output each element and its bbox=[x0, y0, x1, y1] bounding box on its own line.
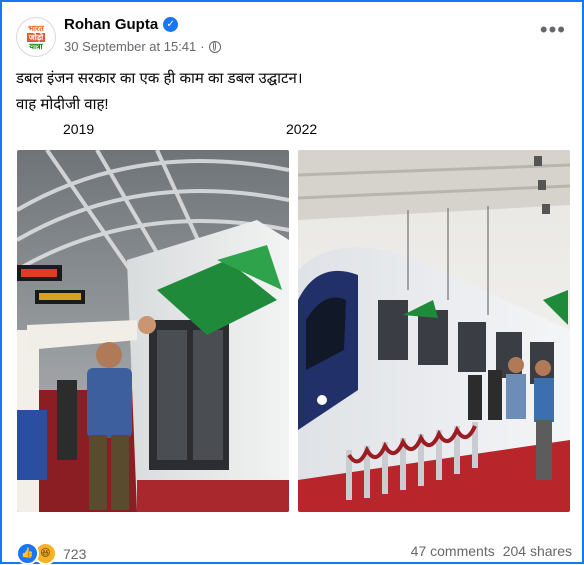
year-label-2019: 2019 bbox=[63, 121, 95, 137]
author-name[interactable]: Rohan Gupta bbox=[64, 16, 158, 33]
author-row: Rohan Gupta ✓ bbox=[64, 16, 179, 33]
post-text: डबल इंजन सरकार का एक ही काम का डबल उद्घा… bbox=[16, 66, 566, 118]
vande-bharat-inauguration-photo[interactable] bbox=[298, 150, 570, 512]
avatar-text-1: भारत bbox=[28, 23, 44, 33]
post-meta: 30 September at 15:41 · bbox=[64, 39, 221, 54]
post-text-line-1: डबल इंजन सरकार का एक ही काम का डबल उद्घा… bbox=[16, 70, 303, 87]
vande-bharat-photo-graphic bbox=[298, 150, 570, 512]
verified-badge-icon: ✓ bbox=[163, 17, 179, 32]
shares-count[interactable]: 204 shares bbox=[503, 543, 572, 559]
post-stats: 47 comments 204 shares bbox=[411, 543, 572, 559]
post-text-line-2: वाह मोदीजी वाह! bbox=[16, 96, 109, 113]
avatar[interactable]: भारत जोड़ो यात्रा bbox=[16, 17, 56, 57]
meta-separator: · bbox=[200, 39, 205, 54]
year-label-2022: 2022 bbox=[286, 121, 318, 137]
like-reaction-icon: 👍 bbox=[16, 542, 39, 565]
comments-count[interactable]: 47 comments bbox=[411, 543, 495, 559]
post-card: भारत जोड़ो यात्रा Rohan Gupta ✓ 30 Septe… bbox=[0, 0, 584, 565]
post-timestamp[interactable]: 30 September at 15:41 bbox=[64, 39, 196, 54]
avatar-text-2: जोड़ो bbox=[26, 32, 46, 42]
metro-photo-graphic bbox=[17, 150, 289, 512]
more-options-icon[interactable]: ••• bbox=[540, 19, 566, 41]
globe-icon[interactable] bbox=[208, 40, 221, 53]
metro-inauguration-photo[interactable] bbox=[17, 150, 289, 512]
avatar-text-3: यात्रा bbox=[29, 41, 43, 51]
reaction-count: 723 bbox=[63, 545, 87, 562]
reactions-summary[interactable]: 👍 😆 723 bbox=[16, 542, 86, 565]
